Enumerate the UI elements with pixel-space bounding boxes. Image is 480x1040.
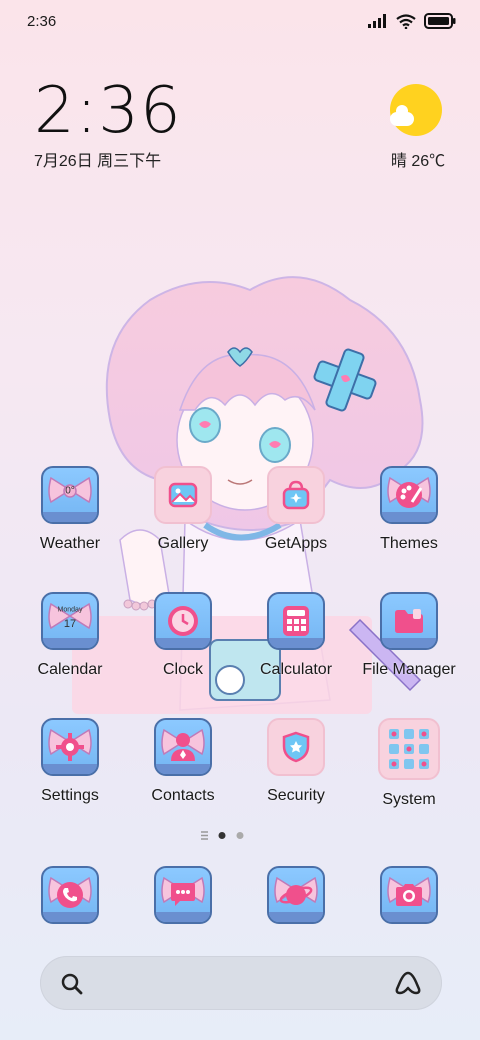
app-label: Gallery — [157, 535, 209, 552]
clock-widget-date: 7月26日 周三下午 — [34, 153, 162, 170]
app-label: Contacts — [151, 787, 215, 804]
dock-phone[interactable] — [14, 866, 126, 924]
app-label: System — [382, 791, 436, 808]
app-security[interactable]: Security — [240, 718, 352, 805]
shield-icon — [267, 718, 325, 776]
weather-badge: 0° — [65, 485, 75, 497]
person-icon — [154, 718, 212, 776]
search-icon[interactable] — [60, 972, 84, 996]
gear-icon — [41, 718, 99, 776]
status-time: 2:36 — [27, 13, 57, 30]
dock-camera[interactable] — [353, 866, 465, 924]
app-gallery[interactable]: Gallery — [127, 466, 239, 553]
calendar-date: 17 — [63, 617, 77, 630]
status-bar: 2:36 — [0, 0, 480, 42]
app-clock[interactable]: Clock — [127, 592, 239, 679]
app-label: Security — [267, 787, 325, 804]
calendar-weekday: Monday — [57, 606, 83, 614]
signal-icon — [368, 14, 386, 28]
app-getapps[interactable]: GetApps — [240, 466, 352, 553]
page-dot — [236, 832, 244, 839]
folder-icon — [380, 592, 438, 650]
app-label: Weather — [39, 535, 101, 552]
wifi-icon — [396, 13, 416, 29]
app-label: Calculator — [259, 661, 333, 678]
gallery-icon — [154, 466, 212, 524]
app-weather[interactable]: 0° Weather — [14, 466, 126, 553]
camera-icon — [380, 866, 438, 924]
app-label: Calendar — [37, 661, 103, 678]
app-themes[interactable]: Themes — [353, 466, 465, 553]
weather-condition-temp: 晴 26℃ — [390, 153, 446, 170]
dock-messages[interactable] — [127, 866, 239, 924]
app-label: GetApps — [264, 535, 328, 552]
message-icon — [154, 866, 212, 924]
app-file-manager[interactable]: File Manager — [353, 592, 465, 679]
assistant-icon[interactable] — [394, 970, 422, 996]
feed-lines-icon — [201, 831, 208, 840]
getapps-icon — [267, 466, 325, 524]
app-settings[interactable]: Settings — [14, 718, 126, 805]
dock-browser[interactable] — [240, 866, 352, 924]
page-dot-active — [218, 832, 226, 839]
calculator-icon — [267, 592, 325, 650]
themes-icon — [380, 466, 438, 524]
app-label: Settings — [41, 787, 99, 804]
app-calculator[interactable]: Calculator — [240, 592, 352, 679]
folder-grid-icon — [378, 718, 440, 780]
cloud-icon — [390, 105, 414, 126]
app-label: File Manager — [362, 661, 456, 678]
clock-widget-time[interactable]: 2:36 — [34, 74, 182, 148]
browser-planet-icon — [267, 866, 325, 924]
phone-icon — [41, 866, 99, 924]
clock-icon — [154, 592, 212, 650]
app-label: Clock — [162, 661, 203, 678]
calendar-icon: Monday 17 — [41, 592, 99, 650]
battery-icon — [424, 13, 456, 29]
app-contacts[interactable]: Contacts — [127, 718, 239, 805]
weather-bow-icon: 0° — [41, 466, 99, 524]
app-label: Themes — [380, 535, 438, 552]
app-calendar[interactable]: Monday 17 Calendar — [14, 592, 126, 679]
app-system-folder[interactable]: System — [353, 718, 465, 809]
page-indicator[interactable] — [0, 826, 480, 846]
search-bar[interactable] — [40, 956, 442, 1010]
